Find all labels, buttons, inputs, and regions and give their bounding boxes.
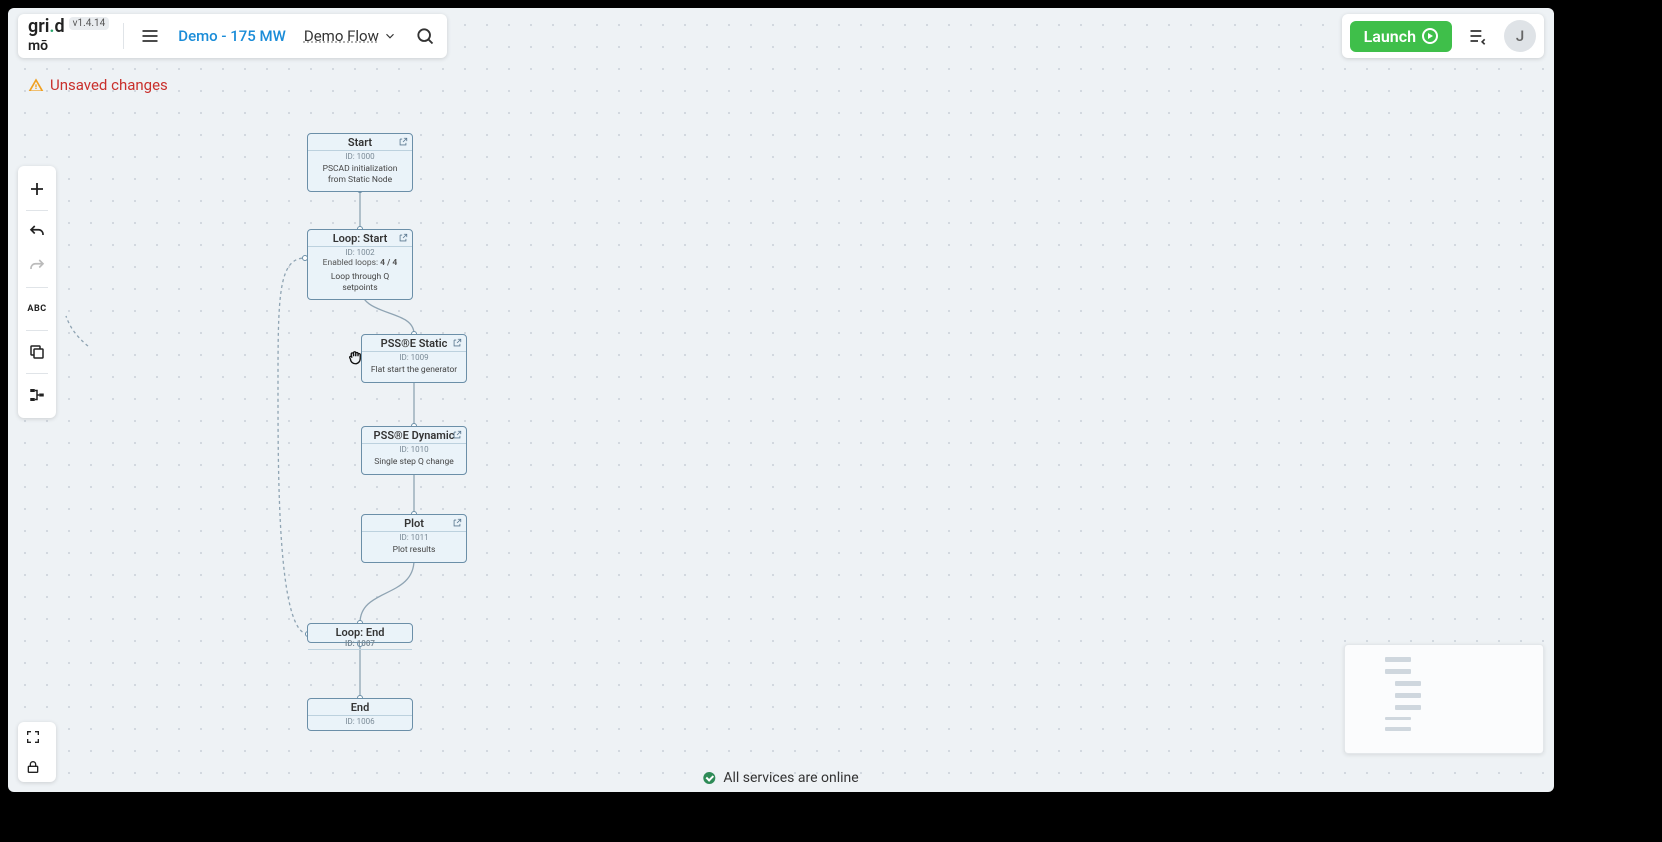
version-badge: v1.4.14 [69, 17, 110, 30]
add-button[interactable] [22, 172, 52, 206]
node-psse-dynamic[interactable]: PSS®E Dynamic ID: 1010 Single step Q cha… [361, 426, 467, 475]
user-avatar[interactable]: J [1504, 20, 1536, 52]
node-id: ID: 1011 [399, 532, 428, 543]
separator [26, 330, 48, 331]
undo-button[interactable] [22, 215, 52, 249]
lock-button[interactable] [18, 752, 48, 782]
search-icon[interactable] [409, 20, 441, 52]
node-desc: Flat start the generator [365, 363, 463, 382]
queue-icon[interactable] [1462, 20, 1494, 52]
minimap[interactable] [1344, 644, 1544, 754]
node-title: End [351, 701, 370, 714]
node-desc: Plot results [387, 543, 442, 562]
topbar: gri.d mō v1.4.14 Demo - 175 MW Demo Flow [18, 14, 447, 58]
open-in-new-icon[interactable] [398, 233, 408, 243]
node-plot[interactable]: Plot ID: 1011 Plot results [361, 514, 467, 563]
node-id: ID: 1007 [312, 639, 408, 648]
open-in-new-icon[interactable] [452, 430, 462, 440]
left-toolbar: ABC [18, 166, 56, 418]
flow-canvas[interactable] [8, 8, 1554, 792]
node-desc: PSCAD initialization from Static Node [308, 162, 412, 191]
play-icon [1422, 28, 1438, 44]
open-in-new-icon[interactable] [398, 137, 408, 147]
flow-label: Demo Flow [304, 27, 379, 45]
logo[interactable]: gri.d mō v1.4.14 [24, 18, 113, 54]
avatar-initial: J [1516, 27, 1524, 45]
layout-button[interactable] [22, 378, 52, 412]
node-id: ID: 1002 [345, 247, 374, 258]
node-title: Plot [404, 517, 424, 530]
unsaved-label: Unsaved changes [50, 76, 168, 94]
node-title: Loop: Start [333, 232, 388, 245]
node-id: ID: 1010 [399, 444, 428, 455]
open-in-new-icon[interactable] [452, 338, 462, 348]
warning-icon [28, 77, 44, 93]
status-bar: All services are online [703, 770, 858, 786]
fullscreen-button[interactable] [18, 722, 48, 752]
project-link[interactable]: Demo - 175 MW [172, 27, 292, 45]
separator [26, 287, 48, 288]
node-id: ID: 1009 [399, 352, 428, 363]
node-psse-static[interactable]: PSS®E Static ID: 1009 Flat start the gen… [361, 334, 467, 383]
node-loop-end[interactable]: Loop: End ID: 1007 [307, 623, 413, 643]
menu-icon[interactable] [134, 20, 166, 52]
node-start[interactable]: Start ID: 1000 PSCAD initialization from… [307, 133, 413, 192]
launch-label: Launch [1364, 27, 1416, 46]
node-title: Loop: End [336, 626, 385, 639]
divider [123, 23, 124, 49]
redo-button[interactable] [22, 249, 52, 283]
node-desc: Loop through Q setpoints [308, 270, 412, 299]
chevron-down-icon [383, 29, 397, 43]
node-title: PSS®E Dynamic [374, 429, 455, 442]
status-text: All services are online [723, 770, 858, 786]
text-tool-button[interactable]: ABC [22, 292, 52, 326]
node-desc: Single step Q change [368, 455, 460, 474]
flow-dropdown[interactable]: Demo Flow [298, 27, 403, 45]
node-id: ID: 1000 [345, 151, 374, 162]
node-title: Start [348, 136, 372, 149]
corner-buttons [18, 722, 56, 782]
grab-cursor-icon [346, 348, 364, 366]
launch-button[interactable]: Launch [1350, 21, 1452, 52]
open-in-new-icon[interactable] [452, 518, 462, 528]
copy-button[interactable] [22, 335, 52, 369]
topright-toolbar: Launch J [1342, 14, 1544, 58]
node-end[interactable]: End ID: 1006 [307, 698, 413, 731]
node-meta: Enabled loops: 4 / 4 [319, 258, 402, 270]
unsaved-changes-banner: Unsaved changes [28, 76, 168, 94]
node-title: PSS®E Static [381, 337, 448, 350]
separator [26, 210, 48, 211]
separator [26, 373, 48, 374]
node-id: ID: 1006 [345, 716, 374, 727]
status-ok-icon [703, 772, 715, 784]
node-loop-start[interactable]: Loop: Start ID: 1002 Enabled loops: 4 / … [307, 229, 413, 300]
